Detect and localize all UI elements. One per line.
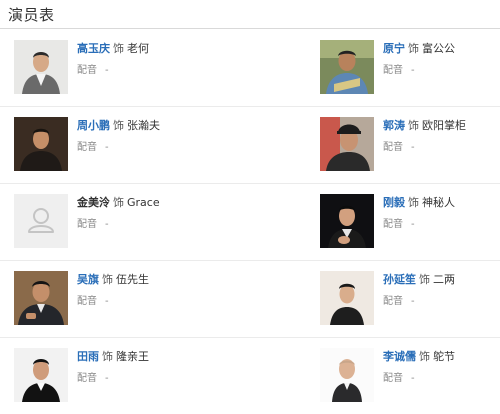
actor-photo[interactable] <box>320 194 374 248</box>
cast-card: 金美泠饰 Grace 配音 - <box>14 194 254 250</box>
role-name: 张瀚夫 <box>127 119 160 132</box>
dub-value: - <box>411 296 415 307</box>
actor-photo[interactable] <box>14 40 68 94</box>
cast-info: 李诚儒饰鸵节 配音 - <box>383 349 500 386</box>
cast-info: 周小鹏饰张瀚夫 配音 - <box>77 118 252 155</box>
role-name: 鸵节 <box>433 350 455 363</box>
dub-value: - <box>105 142 109 153</box>
cast-info: 原宁饰富公公 配音 - <box>383 41 500 78</box>
dub-label: 配音 <box>383 65 403 76</box>
role-prefix: 饰 <box>102 350 113 363</box>
dub-value: - <box>411 65 415 76</box>
dub-label: 配音 <box>77 219 97 230</box>
role-prefix: 饰 <box>102 273 113 286</box>
role-prefix: 饰 <box>419 273 430 286</box>
role-prefix: 饰 <box>408 119 419 132</box>
actor-photo[interactable] <box>320 117 374 171</box>
dub-label: 配音 <box>383 142 403 153</box>
role-name: Grace <box>127 196 160 209</box>
cast-row: 高玉庆饰老何 配音 - 原宁饰富公公 配音 - <box>0 30 500 107</box>
role-prefix: 饰 <box>113 196 124 209</box>
cast-info: 金美泠饰 Grace 配音 - <box>77 195 252 232</box>
cast-card: 原宁饰富公公 配音 - <box>320 40 500 96</box>
cast-card: 周小鹏饰张瀚夫 配音 - <box>14 117 254 173</box>
title-divider <box>0 28 500 29</box>
cast-card: 吴旗饰伍先生 配音 - <box>14 271 254 327</box>
actor-name-link[interactable]: 高玉庆 <box>77 42 110 55</box>
dub-value: - <box>411 373 415 384</box>
role-name: 富公公 <box>422 42 455 55</box>
dub-value: - <box>411 142 415 153</box>
dub-label: 配音 <box>383 296 403 307</box>
cast-card: 田雨饰隆亲王 配音 - <box>14 348 254 404</box>
section-title: 演员表 <box>8 6 55 24</box>
actor-name-link[interactable]: 吴旗 <box>77 273 99 286</box>
cast-info: 刚毅饰神秘人 配音 - <box>383 195 500 232</box>
role-name: 老何 <box>127 42 149 55</box>
actor-photo[interactable] <box>320 348 374 402</box>
cast-row: 金美泠饰 Grace 配音 - 刚毅饰神秘人 配音 - <box>0 184 500 261</box>
role-prefix: 饰 <box>113 119 124 132</box>
dub-value: - <box>411 219 415 230</box>
role-prefix: 饰 <box>408 196 419 209</box>
cast-info: 吴旗饰伍先生 配音 - <box>77 272 252 309</box>
role-prefix: 饰 <box>113 42 124 55</box>
cast-list: 高玉庆饰老何 配音 - 原宁饰富公公 配音 - 周小鹏 饰 张瀚夫 配音 - 郭… <box>0 30 500 414</box>
cast-row: 吴旗饰伍先生 配音 - 孙延笙饰二两 配音 - <box>0 261 500 338</box>
role-name: 隆亲王 <box>116 350 149 363</box>
role-name: 欧阳掌柜 <box>422 119 466 132</box>
dub-value: - <box>105 373 109 384</box>
cast-card: 郭涛饰欧阳掌柜 配音 - <box>320 117 500 173</box>
cast-info: 田雨饰隆亲王 配音 - <box>77 349 252 386</box>
role-prefix: 饰 <box>419 350 430 363</box>
actor-name-link[interactable]: 李诚儒 <box>383 350 416 363</box>
cast-info: 郭涛饰欧阳掌柜 配音 - <box>383 118 500 155</box>
placeholder-avatar-icon[interactable] <box>14 194 68 248</box>
actor-photo[interactable] <box>320 40 374 94</box>
cast-card: 李诚儒饰鸵节 配音 - <box>320 348 500 404</box>
cast-card: 孙延笙饰二两 配音 - <box>320 271 500 327</box>
cast-card: 刚毅饰神秘人 配音 - <box>320 194 500 250</box>
actor-photo[interactable] <box>14 117 68 171</box>
actor-photo[interactable] <box>320 271 374 325</box>
dub-value: - <box>105 219 109 230</box>
role-prefix: 饰 <box>408 42 419 55</box>
role-name: 伍先生 <box>116 273 149 286</box>
cast-row: 田雨饰隆亲王 配音 - 李诚儒饰鸵节 配音 - <box>0 338 500 414</box>
actor-name-link[interactable]: 郭涛 <box>383 119 405 132</box>
actor-name-link[interactable]: 原宁 <box>383 42 405 55</box>
dub-label: 配音 <box>77 142 97 153</box>
cast-card: 高玉庆饰老何 配音 - <box>14 40 254 96</box>
actor-name-link[interactable]: 田雨 <box>77 350 99 363</box>
actor-photo[interactable] <box>14 271 68 325</box>
actor-name-link[interactable]: 刚毅 <box>383 196 405 209</box>
dub-label: 配音 <box>77 296 97 307</box>
dub-label: 配音 <box>383 373 403 384</box>
actor-name: 金美泠 <box>77 196 110 209</box>
role-name: 神秘人 <box>422 196 455 209</box>
cast-info: 高玉庆饰老何 配音 - <box>77 41 252 78</box>
dub-value: - <box>105 296 109 307</box>
dub-label: 配音 <box>383 219 403 230</box>
actor-name-link[interactable]: 孙延笙 <box>383 273 416 286</box>
cast-info: 孙延笙饰二两 配音 - <box>383 272 500 309</box>
actor-photo[interactable] <box>14 348 68 402</box>
dub-label: 配音 <box>77 373 97 384</box>
actor-name-link[interactable]: 周小鹏 <box>77 119 110 132</box>
dub-label: 配音 <box>77 65 97 76</box>
cast-row: 周小鹏饰张瀚夫 配音 - 郭涛饰欧阳掌柜 配音 - <box>0 107 500 184</box>
dub-value: - <box>105 65 109 76</box>
role-name: 二两 <box>433 273 455 286</box>
